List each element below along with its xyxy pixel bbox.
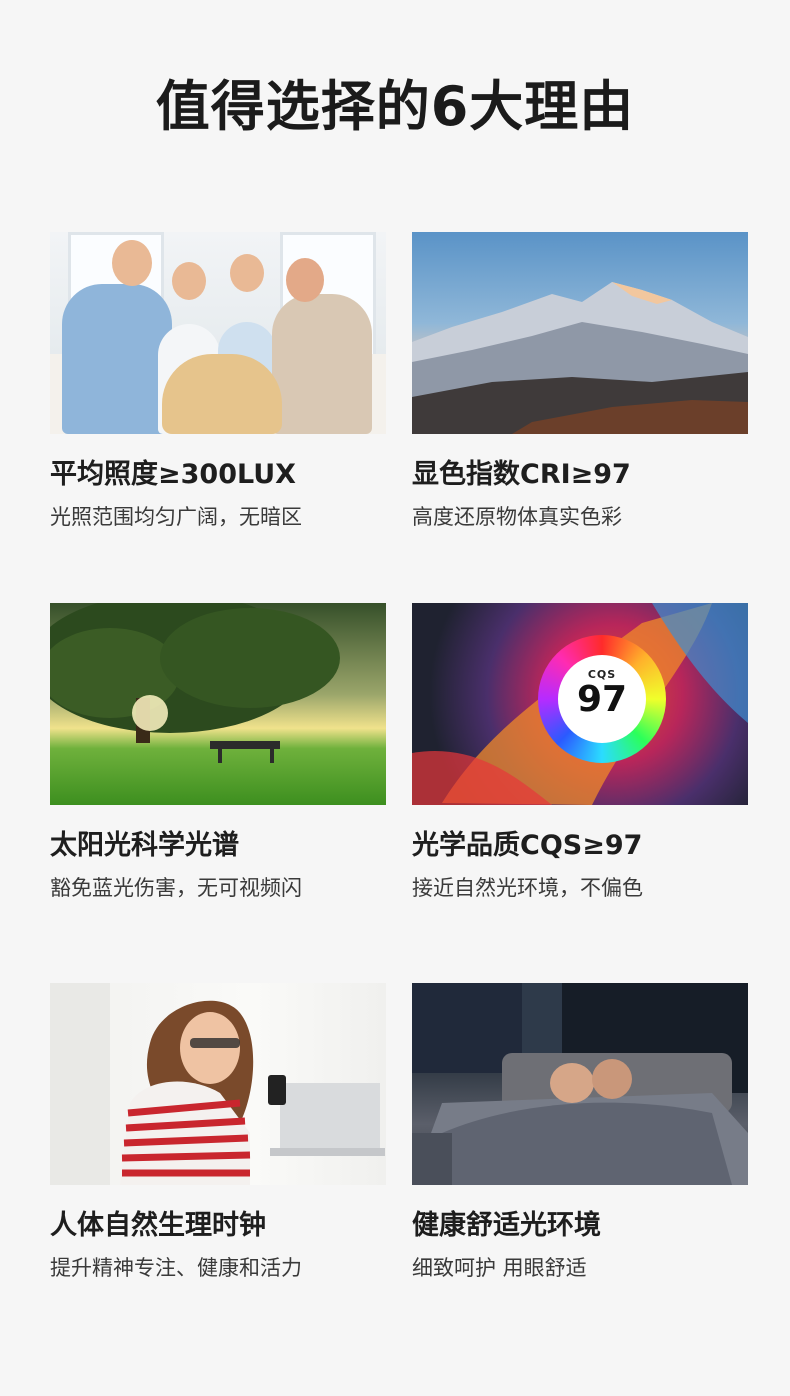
feature-card-cri: 显色指数CRI≥97 高度还原物体真实色彩 — [412, 232, 748, 531]
card-title: 健康舒适光环境 — [412, 1210, 601, 1241]
card-subtitle: 细致呵护 用眼舒适 — [412, 1256, 587, 1280]
card-subtitle: 接近自然光环境，不偏色 — [412, 876, 643, 900]
card-title: 太阳光科学光谱 — [50, 830, 239, 861]
card-subtitle: 豁免蓝光伤害，无可视频闪 — [50, 876, 302, 900]
cqs-value: 97 — [576, 679, 628, 720]
girl-phone-photo — [50, 983, 386, 1185]
card-title: 显色指数CRI≥97 — [412, 459, 631, 490]
page-title: 值得选择的6大理由 — [155, 75, 635, 138]
cqs-badge: CQS 97 — [538, 635, 666, 763]
feature-card-illuminance: 平均照度≥300LUX 光照范围均匀广阔，无暗区 — [50, 232, 386, 531]
cqs-graphic: CQS 97 — [412, 603, 748, 805]
card-subtitle: 高度还原物体真实色彩 — [412, 505, 622, 529]
mountain-photo — [412, 232, 748, 434]
tree-photo — [50, 603, 386, 805]
feature-card-spectrum: 太阳光科学光谱 豁免蓝光伤害，无可视频闪 — [50, 603, 386, 902]
bedroom-photo — [412, 983, 748, 1185]
card-title: 平均照度≥300LUX — [50, 459, 296, 490]
family-photo — [50, 232, 386, 434]
feature-card-comfort: 健康舒适光环境 细致呵护 用眼舒适 — [412, 983, 748, 1282]
feature-card-cqs: CQS 97 光学品质CQS≥97 接近自然光环境，不偏色 — [412, 603, 748, 902]
card-subtitle: 提升精神专注、健康和活力 — [50, 1256, 302, 1280]
card-subtitle: 光照范围均匀广阔，无暗区 — [50, 505, 302, 529]
card-title: 光学品质CQS≥97 — [412, 830, 643, 861]
card-title: 人体自然生理时钟 — [50, 1210, 266, 1241]
feature-card-circadian: 人体自然生理时钟 提升精神专注、健康和活力 — [50, 983, 386, 1282]
